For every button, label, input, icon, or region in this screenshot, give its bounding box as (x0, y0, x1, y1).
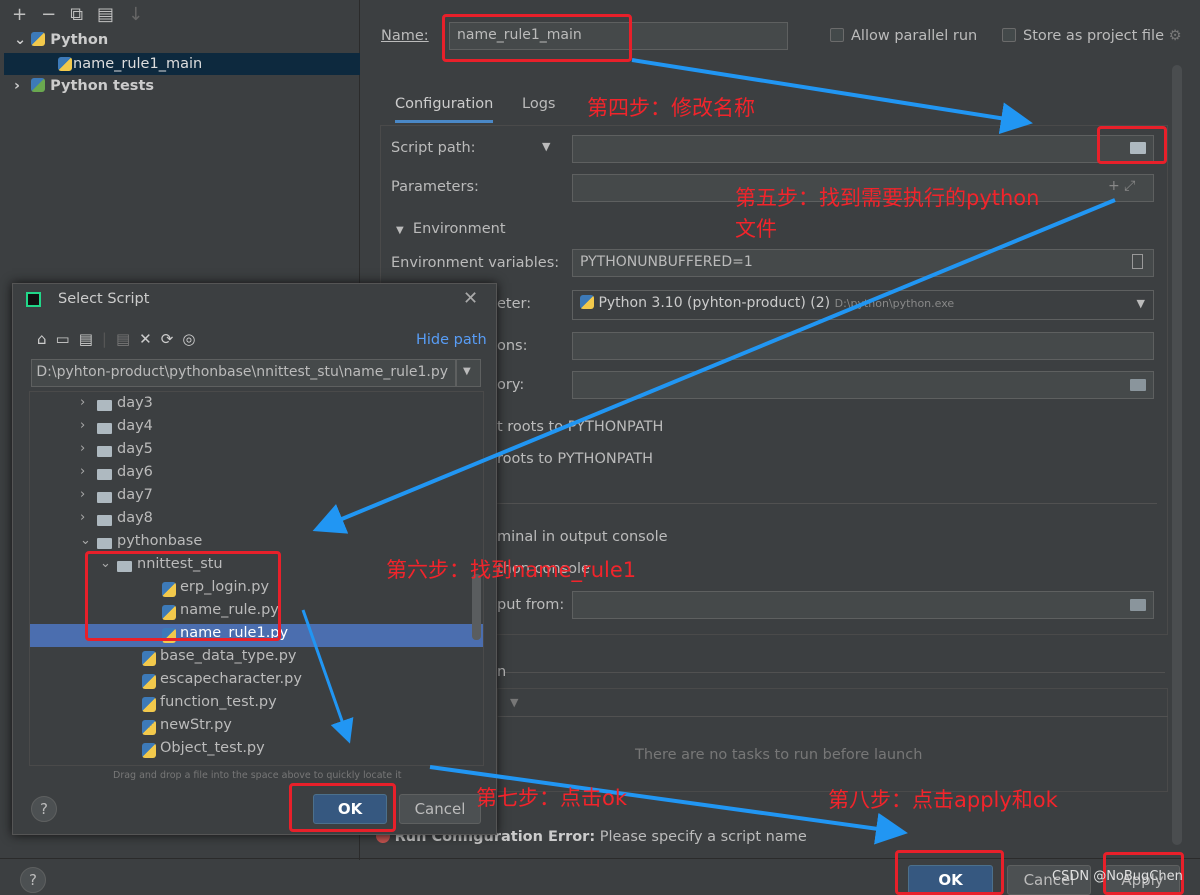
highlight-files (85, 551, 281, 641)
step4-text: 第四步：修改名称 (587, 96, 755, 120)
step6-text: 第六步：找到name_rule1 (386, 558, 637, 582)
highlight-browse (1097, 126, 1167, 164)
highlight-ok (895, 850, 1004, 895)
arrow-step6 (301, 609, 354, 744)
step7-text: 第七步：点击ok (476, 786, 628, 810)
watermark: CSDN @NoBugChen (1052, 869, 1183, 884)
step5-text: 第五步：找到需要执行的python (735, 186, 1040, 210)
highlight-dialog-ok (289, 783, 396, 832)
arrow-step5 (312, 198, 1116, 534)
step8-text: 第八步：点击apply和ok (828, 788, 1058, 812)
step5-text-2: 文件 (735, 217, 777, 241)
highlight-name (442, 14, 632, 62)
annotation-arrows (301, 58, 1116, 845)
